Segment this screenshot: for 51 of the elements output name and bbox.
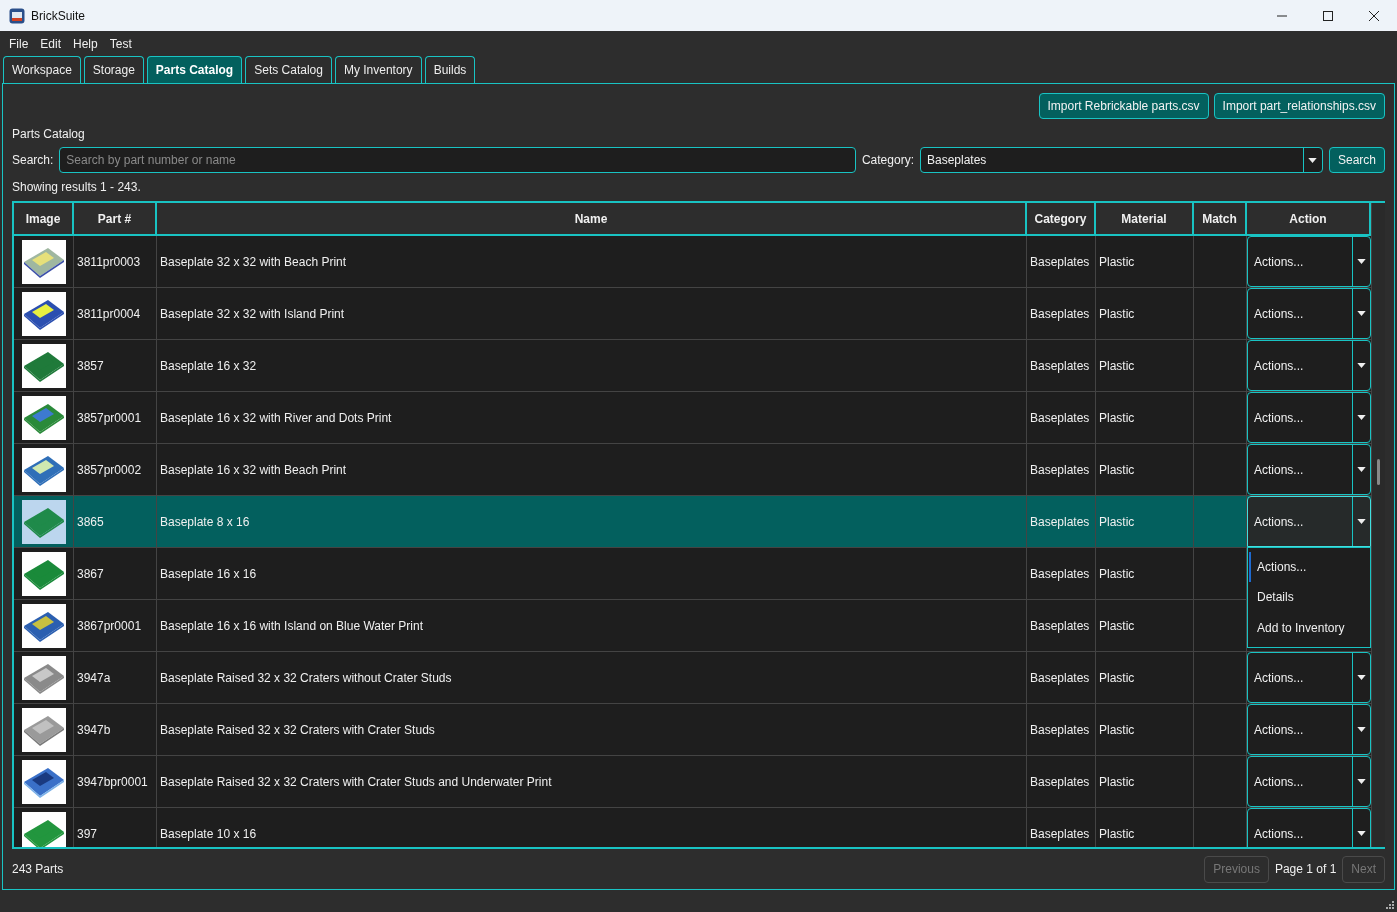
table-cell: 3857 [74,340,157,392]
table-cell: Baseplates [1027,756,1096,808]
table-cell: 3811pr0003 [74,236,157,288]
table-cell: Baseplates [1027,288,1096,340]
table-cell: Baseplates [1027,704,1096,756]
table-cell: Plastic [1096,548,1194,600]
table-cell: Baseplate 16 x 16 with Island on Blue Water Print [157,600,1027,652]
table-cell: 3867pr0001 [74,600,157,652]
table-cell: Plastic [1096,236,1194,288]
table-cell: Baseplate Raised 32 x 32 Craters with Crater Studs [157,704,1027,756]
window-title: BrickSuite [31,8,86,23]
search-label: Search: [12,153,54,167]
table-cell: Baseplate 10 x 16 [157,808,1027,847]
table-cell: Plastic [1096,600,1194,652]
table-cell: Plastic [1096,808,1194,847]
table-cell: 3947b [74,704,157,756]
table-cell: Baseplate 16 x 32 with River and Dots Print [157,392,1027,444]
table-cell: Baseplates [1027,600,1096,652]
table-cell: Baseplate Raised 32 x 32 Craters with Crater Studs and Underwater Print [157,756,1027,808]
table-cell: Baseplates [1027,340,1096,392]
table-cell: Plastic [1096,652,1194,704]
table-cell: Plastic [1096,288,1194,340]
table-cell: 397 [74,808,157,847]
section-title: Parts Catalog [12,127,86,141]
table-cell: 3947a [74,652,157,704]
table-cell: Plastic [1096,392,1194,444]
table-cell: 3857pr0001 [74,392,157,444]
table-cell: Baseplate 32 x 32 with Island Print [157,288,1027,340]
table-cell: Baseplate 32 x 32 with Beach Print [157,236,1027,288]
table-cell: Plastic [1096,704,1194,756]
table-cell: 3865 [74,496,157,548]
table-cell: Baseplates [1027,808,1096,847]
table-cell: Baseplates [1027,236,1096,288]
table-cell: Plastic [1096,340,1194,392]
table-cell: Baseplates [1027,548,1096,600]
table-cell: Plastic [1096,756,1194,808]
category-label: Category: [861,153,914,167]
table-cell: Baseplates [1027,496,1096,548]
page-indicator: Page 1 of 1 [1274,862,1337,876]
parts-count: 243 Parts [12,862,64,876]
table-cell: Baseplates [1027,392,1096,444]
table-cell: 3867 [74,548,157,600]
table-cell: Baseplate 16 x 16 [157,548,1027,600]
table-cell: 3947bpr0001 [74,756,157,808]
results-text: Showing results 1 - 243. [12,180,142,194]
table-cell: Baseplate 16 x 32 [157,340,1027,392]
table-cell: Baseplate 8 x 16 [157,496,1027,548]
table-cell: Plastic [1096,496,1194,548]
table-cell: Baseplates [1027,652,1096,704]
table-cell: 3811pr0004 [74,288,157,340]
table-cell: Baseplate Raised 32 x 32 Craters without Crater Studs [157,652,1027,704]
